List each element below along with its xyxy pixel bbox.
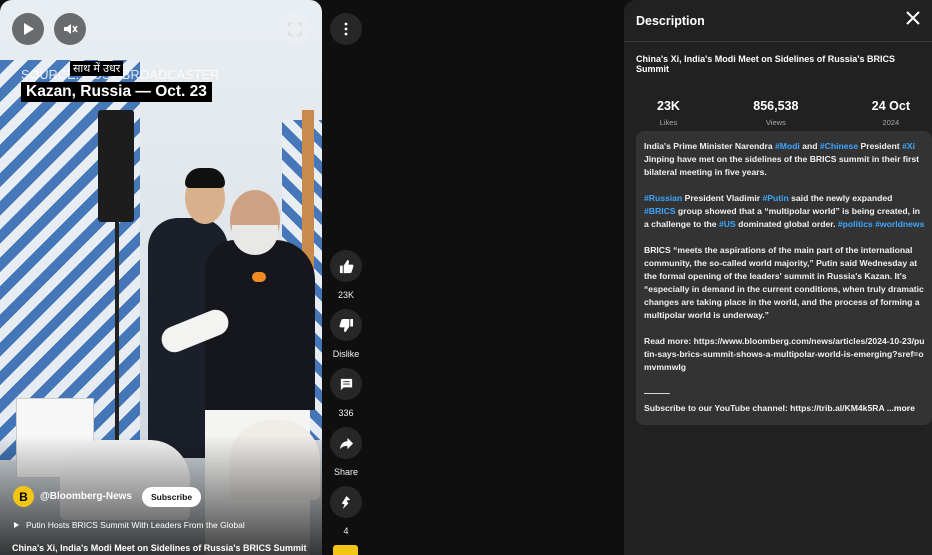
stat-label: 2024 — [882, 118, 900, 127]
description-text: Jinping have met on the sidelines of the… — [644, 154, 920, 177]
comment-icon — [340, 378, 352, 390]
more-vert-icon — [344, 22, 348, 36]
hashtag-link[interactable]: #Xi — [902, 141, 915, 151]
description-body[interactable]: India's Prime Minister Narendra #Modi an… — [636, 131, 932, 425]
stat-value: 856,538 — [753, 99, 799, 113]
description-text: said the newly expanded — [788, 193, 893, 203]
video-player[interactable]: SOURCE: HOST BROADCASTER साथ में उधर Kaz… — [0, 0, 322, 555]
like-action: 23K — [330, 250, 362, 300]
stat-value: 24 Oct — [871, 99, 910, 113]
channel-handle[interactable]: @Bloomberg-News — [40, 491, 132, 502]
video-frame-person-1-hair — [185, 168, 225, 188]
description-text: India's Prime Minister Narendra — [644, 141, 775, 151]
hashtag-link[interactable]: #Putin — [762, 193, 788, 203]
stat-label: Views — [765, 118, 786, 127]
like-button[interactable] — [330, 250, 362, 282]
comments-action: 336 — [330, 368, 362, 418]
description-header: Description — [624, 0, 932, 42]
playlist-play-icon — [14, 522, 19, 528]
stat-label: Likes — [659, 118, 678, 127]
subtitle-caption: साथ में उधर — [70, 61, 124, 76]
dislike-button[interactable] — [330, 309, 362, 341]
play-icon — [24, 23, 34, 35]
dislike-action: Dislike — [330, 309, 362, 359]
remix-icon — [341, 495, 350, 509]
hashtag-link[interactable]: #Modi — [775, 141, 800, 151]
thumb-down-icon — [338, 318, 353, 332]
share-button[interactable] — [330, 427, 362, 459]
show-more-button[interactable]: ...more — [887, 403, 915, 413]
hashtag-link[interactable]: #Russian — [644, 193, 682, 203]
remix-button[interactable] — [330, 486, 362, 518]
remix-count: 4 — [343, 526, 349, 536]
video-stats: 23K Likes 856,538 Views 24 Oct 2024 — [624, 74, 932, 127]
video-frame-speaker — [98, 110, 134, 222]
hashtag-link[interactable]: #BRICS — [644, 206, 676, 216]
remix-action: 4 — [330, 486, 362, 536]
video-title[interactable]: China's Xi, India's Modi Meet on Sidelin… — [12, 543, 306, 553]
fullscreen-icon — [288, 22, 302, 36]
more-options-button[interactable] — [330, 13, 362, 45]
comment-count: 336 — [338, 408, 354, 418]
video-frame-pin — [252, 272, 266, 282]
like-count: 23K — [337, 290, 354, 300]
channel-avatar[interactable]: B — [13, 486, 34, 507]
description-subscribe-line: Subscribe to our YouTube channel: https:… — [644, 402, 925, 415]
fullscreen-button[interactable] — [279, 13, 311, 45]
location-caption: Kazan, Russia — Oct. 23 — [21, 82, 212, 102]
subscribe-button[interactable]: Subscribe — [141, 486, 202, 507]
hashtag-link[interactable]: #politics — [838, 219, 873, 229]
play-button[interactable] — [12, 13, 44, 45]
stat-value: 23K — [657, 99, 680, 113]
hashtag-link[interactable]: #worldnews — [875, 219, 924, 229]
description-paragraph-1: India's Prime Minister Narendra #Modi an… — [644, 140, 925, 179]
channel-row: B @Bloomberg-News Subscribe — [13, 486, 202, 507]
comments-button[interactable] — [330, 368, 362, 400]
mute-button[interactable] — [54, 13, 86, 45]
hashtag-link[interactable]: #US — [719, 219, 736, 229]
description-paragraph-2: #Russian President Vladimir #Putin said … — [644, 192, 925, 231]
mute-icon — [64, 24, 78, 34]
channel-thumbnail-mini[interactable] — [333, 545, 358, 555]
thumb-up-icon — [339, 259, 354, 273]
playlist-title: Putin Hosts BRICS Summit With Leaders Fr… — [26, 520, 245, 530]
close-icon — [906, 11, 920, 25]
playlist-link[interactable]: Putin Hosts BRICS Summit With Leaders Fr… — [14, 520, 245, 530]
description-paragraph-3: BRICS “meets the aspirations of the main… — [644, 245, 924, 320]
description-text: President — [858, 141, 903, 151]
dislike-label: Dislike — [332, 349, 360, 359]
close-button[interactable] — [906, 11, 920, 30]
description-text: and — [799, 141, 820, 151]
description-video-title: China's Xi, India's Modi Meet on Sidelin… — [636, 54, 895, 74]
description-heading: Description — [636, 13, 705, 28]
description-text: dominated global order. — [735, 219, 838, 229]
description-text: President Vladimir — [682, 193, 763, 203]
description-text: Subscribe to our YouTube channel: https:… — [644, 403, 885, 413]
stat-date: 24 Oct 2024 — [872, 99, 910, 127]
stat-likes: 23K Likes — [657, 99, 680, 127]
description-read-more: Read more: https://www.bloomberg.com/new… — [644, 336, 925, 372]
hashtag-link[interactable]: #Chinese — [820, 141, 858, 151]
share-icon — [339, 437, 353, 449]
share-label: Share — [333, 467, 359, 477]
share-action: Share — [330, 427, 362, 477]
description-panel: Description China's Xi, India's Modi Mee… — [624, 0, 932, 555]
stat-views: 856,538 Views — [753, 99, 798, 127]
description-separator: ——— — [644, 388, 670, 398]
